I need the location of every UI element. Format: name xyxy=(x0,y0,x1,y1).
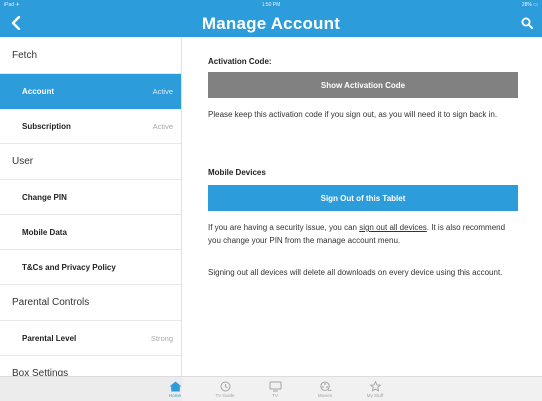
sidebar-item-label: Change PIN xyxy=(22,192,67,202)
sidebar-item-mobile-data[interactable]: Mobile Data xyxy=(0,215,181,250)
sidebar-item-label: Mobile Data xyxy=(22,227,67,237)
sidebar-item-label: Parental Level xyxy=(22,333,77,343)
tab-movies[interactable]: Movies xyxy=(300,377,350,401)
page-title: Manage Account xyxy=(201,14,341,33)
show-activation-code-button[interactable]: Show Activation Code xyxy=(208,72,518,98)
sidebar-item-value: Strong xyxy=(150,333,173,343)
tab-label: Home xyxy=(168,392,181,398)
sidebar-item-account[interactable]: Account Active xyxy=(0,74,181,109)
security-note-text: If you are having a security issue, you … xyxy=(208,223,360,232)
activation-note: Please keep this activation code if you … xyxy=(208,110,498,119)
account-detail-panel: Activation Code: Show Activation Code Pl… xyxy=(183,37,542,376)
tab-label: My Stuff xyxy=(366,392,384,398)
sidebar-item-value: Active xyxy=(152,86,173,96)
film-reel-icon xyxy=(319,381,331,391)
battery-indicator: 28% ▭ xyxy=(521,2,538,8)
tab-label: TV Guide xyxy=(215,392,235,398)
tab-tv-guide[interactable]: TV Guide xyxy=(200,377,250,401)
sidebar-item-tcs-privacy[interactable]: T&Cs and Privacy Policy xyxy=(0,250,181,285)
star-icon xyxy=(369,380,381,391)
sidebar-item-label: Account xyxy=(22,86,54,96)
status-time: 1:50 PM xyxy=(261,2,281,8)
sidebar-item-label: Subscription xyxy=(22,121,71,131)
tab-label: TV xyxy=(272,392,278,398)
sign-out-all-note: Signing out all devices will delete all … xyxy=(208,268,503,277)
sidebar-section-box-settings: Box Settings xyxy=(0,356,181,376)
tab-my-stuff[interactable]: My Stuff xyxy=(350,377,400,401)
sidebar-section-parental-controls: Parental Controls xyxy=(0,285,181,321)
sidebar-item-value: Active xyxy=(152,121,173,131)
status-bar: iPad ✈ 1:50 PM 28% ▭ xyxy=(0,0,542,10)
nav-bar: iPad ✈ 1:50 PM 28% ▭ Manage Account xyxy=(0,0,542,37)
sidebar-item-change-pin[interactable]: Change PIN xyxy=(0,180,181,215)
sidebar-item-subscription[interactable]: Subscription Active xyxy=(0,109,181,144)
tv-icon xyxy=(269,381,281,391)
tab-label: Movies xyxy=(317,392,333,398)
sign-out-all-devices-link[interactable]: sign out all devices xyxy=(359,223,427,232)
sidebar-item-label: T&Cs and Privacy Policy xyxy=(22,262,116,272)
sidebar-item-parental-level[interactable]: Parental Level Strong xyxy=(0,321,181,356)
security-note: If you are having a security issue, you … xyxy=(208,221,520,247)
sidebar-section-fetch: Fetch xyxy=(0,37,181,74)
tab-bar: Home TV Guide TV Movies My Stuff xyxy=(0,376,542,401)
sidebar-section-user: User xyxy=(0,144,181,180)
search-icon xyxy=(521,17,533,29)
clock-icon xyxy=(220,381,230,391)
tab-tv[interactable]: TV xyxy=(250,377,300,401)
tab-home[interactable]: Home xyxy=(150,377,200,401)
search-button[interactable] xyxy=(518,14,536,32)
sign-out-tablet-button[interactable]: Sign Out of this Tablet xyxy=(208,185,518,211)
settings-sidebar: Fetch Account Active Subscription Active… xyxy=(0,37,182,376)
home-icon xyxy=(169,381,181,391)
mobile-devices-heading: Mobile Devices xyxy=(208,168,266,177)
activation-code-heading: Activation Code: xyxy=(208,57,272,66)
